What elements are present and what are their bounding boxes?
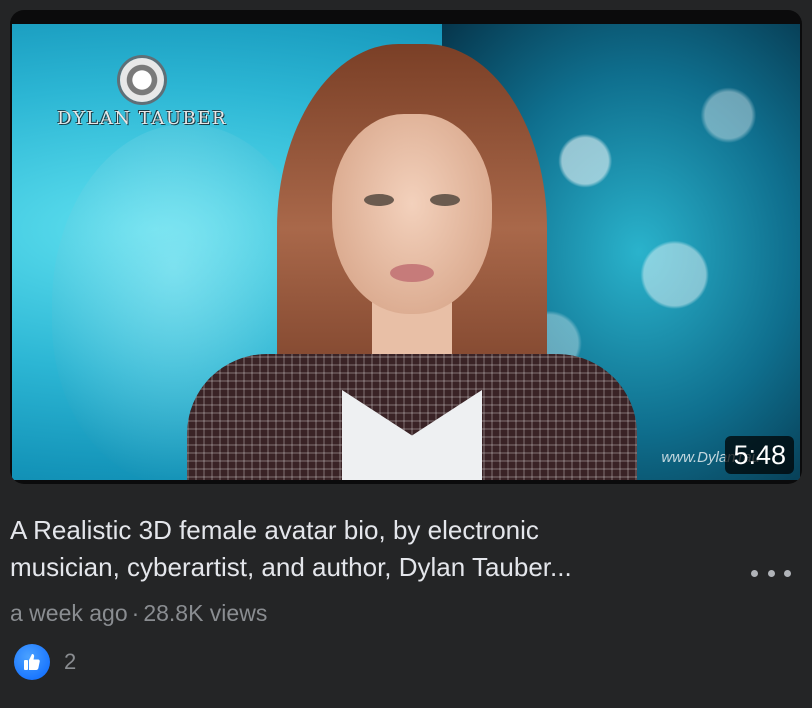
title-line-2: musician, cyberartist, and author, Dylan… [10, 552, 572, 582]
duration-badge: 5:48 [725, 436, 794, 474]
dot-3 [784, 569, 791, 577]
avatar-eye-right [430, 194, 460, 206]
avatar-face [332, 114, 492, 314]
title-line-1: A Realistic 3D female avatar bio, by ele… [10, 515, 539, 545]
more-options-icon[interactable] [751, 563, 791, 583]
avatar-figure [177, 44, 647, 480]
video-title[interactable]: A Realistic 3D female avatar bio, by ele… [10, 512, 730, 586]
like-count: 2 [64, 649, 77, 674]
dot-1 [751, 569, 758, 577]
avatar-lips [390, 264, 434, 282]
video-card: DYLAN TAUBER www.DylanTau 5:48 A Realist… [0, 0, 812, 708]
posted-time: a week ago [10, 600, 128, 626]
avatar-eye-left [364, 194, 394, 206]
meta-separator: · [131, 600, 140, 626]
thumbnail-image: DYLAN TAUBER www.DylanTau 5:48 [12, 24, 800, 480]
view-count: 28.8K views [143, 600, 268, 626]
aperture-logo-icon [120, 58, 164, 102]
thumbs-up-icon[interactable] [14, 644, 50, 680]
dot-2 [767, 569, 775, 577]
video-meta: a week ago · 28.8K views [10, 600, 267, 627]
video-thumbnail[interactable]: DYLAN TAUBER www.DylanTau 5:48 [10, 10, 802, 484]
reactions[interactable]: 2 [14, 644, 76, 680]
